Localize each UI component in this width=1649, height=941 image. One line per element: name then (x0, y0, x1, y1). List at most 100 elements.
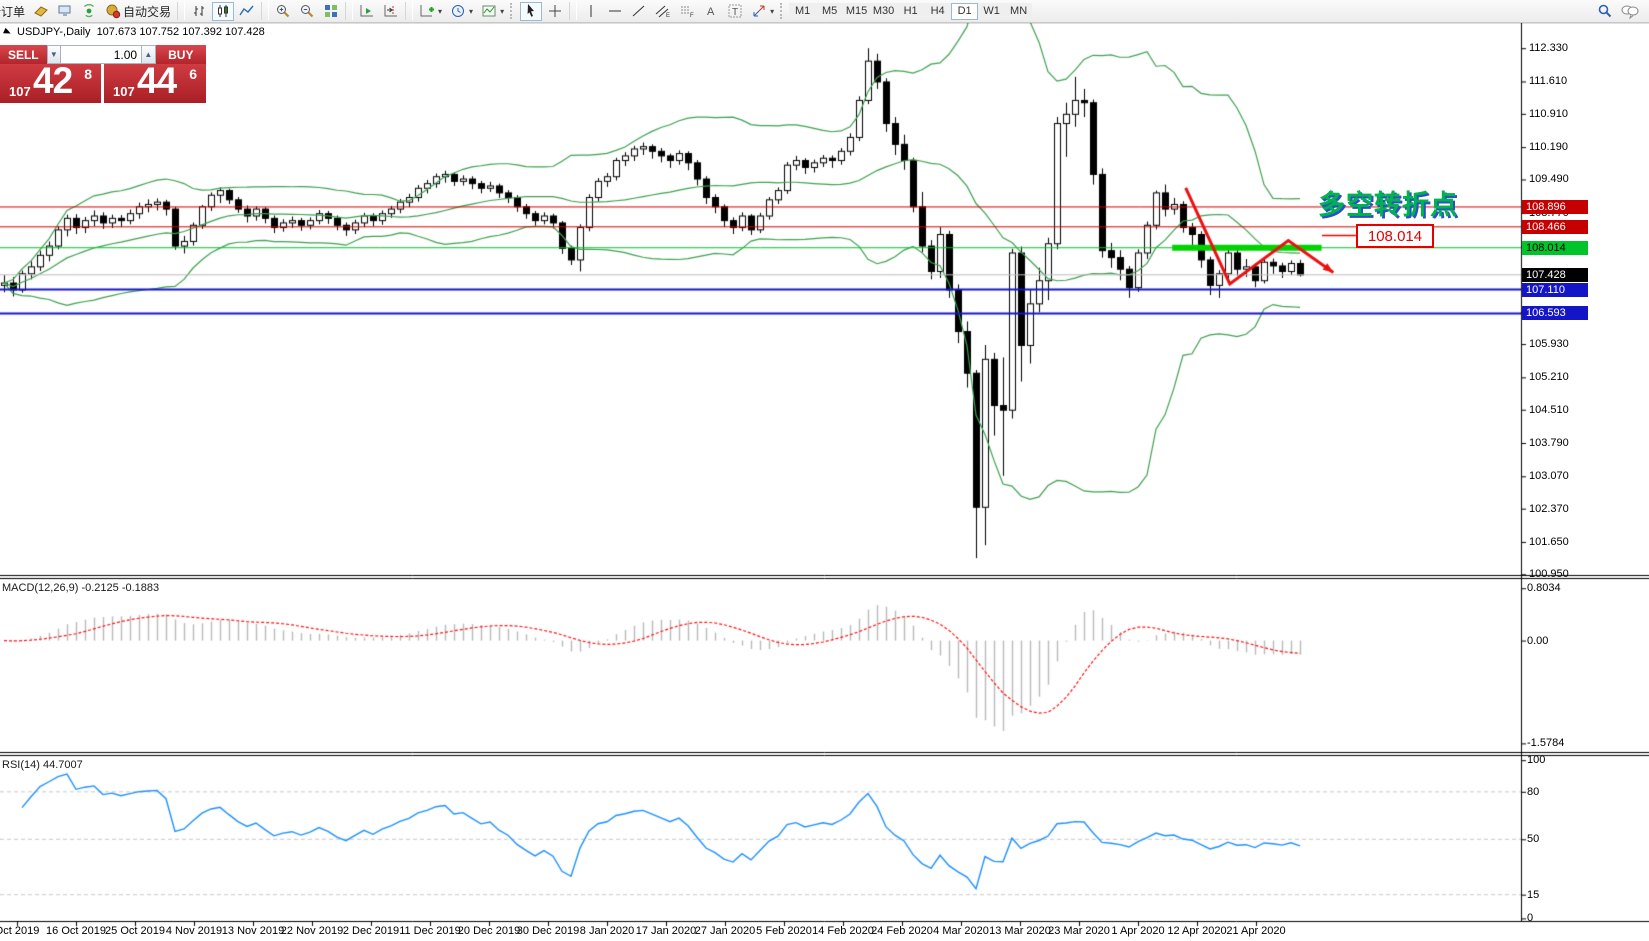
text-tool-button[interactable]: A (700, 2, 722, 21)
shift-chart-icon (383, 3, 399, 19)
svg-text:T: T (732, 7, 738, 18)
line-chart-icon[interactable] (236, 2, 258, 21)
search-icon (1597, 3, 1613, 19)
svg-text:F: F (690, 13, 694, 19)
chart-symbol-period: USDJPY-,Daily (17, 26, 91, 38)
autoscroll-icon (359, 3, 375, 19)
toolbar-separator (261, 2, 269, 20)
channel-tool-button[interactable]: E (652, 2, 674, 21)
spin-up-icon: ▲ (144, 50, 152, 59)
sell-price-tile[interactable]: 107 42 8 (0, 64, 101, 103)
turning-point-annotation[interactable]: 多空转折点 (1318, 183, 1458, 222)
crosshair-icon (547, 3, 563, 19)
macd-indicator-label: MACD(12,26,9) -0.2125 -0.1883 (2, 582, 159, 594)
toolbar-separator (569, 2, 577, 20)
trade-panel-prices: 107 42 8 107 44 6 (0, 64, 206, 103)
tile-windows-icon[interactable] (320, 2, 342, 21)
spin-down-icon: ▼ (50, 50, 58, 59)
dropdown-caret-icon: ▾ (770, 7, 774, 16)
zoom-in-icon (275, 3, 291, 19)
toolbar-right-group (1593, 2, 1643, 21)
text-label-icon: T (727, 3, 743, 19)
arrows-icon (751, 3, 767, 19)
terminal-icon[interactable] (54, 2, 76, 21)
fibonacci-tool-button[interactable]: F (676, 2, 698, 21)
timeframe-H1[interactable]: H1 (897, 3, 924, 20)
periods-button[interactable]: ▾ (447, 2, 476, 21)
arrows-tool-button[interactable]: ▾ (748, 2, 777, 21)
price-level-label-box[interactable]: 108.014 (1356, 224, 1434, 248)
zoom-out-icon[interactable] (296, 2, 318, 21)
buy-price-point: 6 (189, 66, 197, 82)
crosshair-tool-button[interactable] (544, 2, 566, 21)
timeframe-M1[interactable]: M1 (789, 3, 816, 20)
equidistant-channel-icon: E (655, 3, 671, 19)
toolbar-grip (780, 3, 787, 19)
search-icon[interactable] (1594, 2, 1616, 21)
autoscroll-icon[interactable] (356, 2, 378, 21)
bar-chart-icon (191, 3, 207, 19)
trendline-icon (631, 3, 647, 19)
toolbar-grip (510, 3, 517, 19)
autotrade-button[interactable]: 自动交易 (102, 2, 174, 21)
one-click-trading-panel: SELL ▼ ▲ BUY 107 42 8 107 44 6 (0, 45, 206, 103)
timeframe-MN[interactable]: MN (1005, 3, 1032, 20)
autotrade-icon (105, 3, 121, 19)
buy-price-figure: 107 (113, 84, 135, 99)
templates-button[interactable]: ▾ (478, 2, 507, 21)
autotrade-label: 自动交易 (123, 3, 171, 20)
chart-canvas[interactable] (0, 0, 1649, 941)
signal-icon (81, 3, 97, 19)
main-toolbar: 新订单 自动交易 ▾ ▾ ▾ (0, 0, 1649, 23)
timeframe-M15[interactable]: M15 (843, 3, 870, 20)
buy-price-pips: 44 (137, 60, 176, 102)
timeframe-M5[interactable]: M5 (816, 3, 843, 20)
terminal-icon (57, 3, 73, 19)
toolbar-separator (405, 2, 413, 20)
signal-icon[interactable] (78, 2, 100, 21)
chart-pointer-icon (3, 28, 12, 36)
candlestick-chart-icon (215, 3, 231, 19)
favorites-icon (33, 3, 49, 19)
favorites-icon[interactable] (30, 2, 52, 21)
zoom-out-icon (299, 3, 315, 19)
indicators-icon (419, 3, 435, 19)
template-icon (481, 3, 497, 19)
candlestick-chart-icon[interactable] (212, 2, 234, 21)
fibonacci-icon: F (679, 3, 695, 19)
bar-chart-icon[interactable] (188, 2, 210, 21)
dropdown-caret-icon: ▾ (469, 7, 473, 16)
svg-text:A: A (707, 6, 715, 18)
horizontal-line-icon (607, 3, 623, 19)
cursor-tool-button[interactable] (520, 2, 542, 21)
new-order-button[interactable]: 新订单 (0, 2, 28, 21)
line-chart-icon (239, 3, 255, 19)
label-tool-button[interactable]: T (724, 2, 746, 21)
indicators-button[interactable]: ▾ (416, 2, 445, 21)
sell-price-point: 8 (84, 66, 92, 82)
svg-text:E: E (666, 13, 670, 19)
chat-icon (1621, 3, 1639, 19)
zoom-in-icon[interactable] (272, 2, 294, 21)
cursor-icon (523, 3, 539, 19)
toolbar-separator (345, 2, 353, 20)
horizontal-line-tool-button[interactable] (604, 2, 626, 21)
toolbar-separator (177, 2, 185, 20)
trendline-tool-button[interactable] (628, 2, 650, 21)
vertical-line-tool-button[interactable] (580, 2, 602, 21)
chart-ohlc-values: 107.673 107.752 107.392 107.428 (97, 26, 265, 38)
clock-icon (450, 3, 466, 19)
timeframe-M30[interactable]: M30 (870, 3, 897, 20)
buy-price-tile[interactable]: 107 44 6 (104, 64, 206, 103)
timeframe-H4[interactable]: H4 (924, 3, 951, 20)
timeframe-bar: M1M5M15M30H1H4D1W1MN (789, 3, 1032, 20)
sell-price-figure: 107 (9, 84, 31, 99)
chat-icon[interactable] (1618, 2, 1642, 21)
timeframe-W1[interactable]: W1 (978, 3, 1005, 20)
dropdown-caret-icon: ▾ (438, 7, 442, 16)
timeframe-D1[interactable]: D1 (951, 3, 978, 20)
shift-chart-icon[interactable] (380, 2, 402, 21)
sell-price-pips: 42 (33, 60, 72, 102)
rsi-indicator-label: RSI(14) 44.7007 (2, 759, 83, 771)
volume-input[interactable] (61, 45, 141, 64)
